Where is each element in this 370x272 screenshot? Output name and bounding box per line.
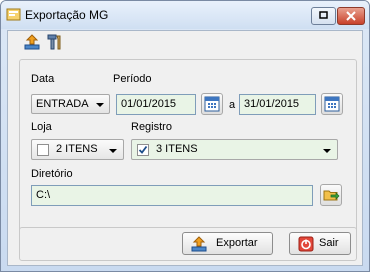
date-to-calendar-button[interactable] [321,93,343,115]
browse-folder-button[interactable] [320,184,342,206]
data-type-value: ENTRADA [36,98,89,110]
close-button[interactable] [337,7,365,25]
between-label: a [229,99,236,111]
registro-label: Registro [131,121,172,133]
restore-button[interactable] [311,7,336,25]
checkmark-icon [138,145,148,154]
export-form-panel: Data Período ENTRADA 01/01/2015 a 31/01/… [19,59,357,244]
restore-icon [319,11,328,19]
window-client-area: Data Período ENTRADA 01/01/2015 a 31/01/… [7,30,363,266]
registro-checkbox[interactable] [137,144,149,156]
power-icon [298,236,314,252]
exit-button[interactable]: Sair [289,232,351,255]
export-button-label: Exportar [216,237,258,249]
diretorio-label: Diretório [31,168,73,180]
date-from-calendar-button[interactable] [201,93,223,115]
date-to-input[interactable]: 31/01/2015 [239,94,316,115]
date-from-value: 01/01/2015 [121,98,177,110]
export-icon [191,236,207,252]
close-icon [346,11,356,21]
chevron-down-icon [109,149,117,153]
diretorio-value: C:\ [36,189,51,201]
window-title: Exportação MG [25,8,109,22]
date-to-value: 31/01/2015 [244,98,300,110]
date-from-input[interactable]: 01/01/2015 [116,94,196,115]
loja-value: 2 ITENS [56,143,98,155]
data-label: Data [31,73,55,85]
title-bar[interactable]: Exportação MG [1,1,369,29]
loja-checkbox[interactable] [37,144,49,156]
export-window: Exportação MG Data Período ENTRADA 01/01… [0,0,370,272]
export-button[interactable]: Exportar [182,232,273,255]
data-type-select[interactable]: ENTRADA [31,94,110,114]
registro-select[interactable]: 3 ITENS [131,139,338,160]
export-icon[interactable] [23,33,41,51]
action-panel: Exportar Sair [19,227,357,261]
registro-value: 3 ITENS [156,143,198,155]
loja-label: Loja [31,121,52,133]
calendar-icon [324,96,340,112]
loja-select[interactable]: 2 ITENS [31,139,124,160]
window-icon [6,8,21,21]
calendar-icon [204,96,220,112]
periodo-label: Período [113,73,152,85]
tools-icon[interactable] [45,33,63,51]
exit-button-label: Sair [319,237,339,249]
diretorio-input[interactable]: C:\ [31,185,313,206]
chevron-down-icon [323,149,331,153]
folder-open-icon [323,190,340,201]
chevron-down-icon [96,103,104,107]
